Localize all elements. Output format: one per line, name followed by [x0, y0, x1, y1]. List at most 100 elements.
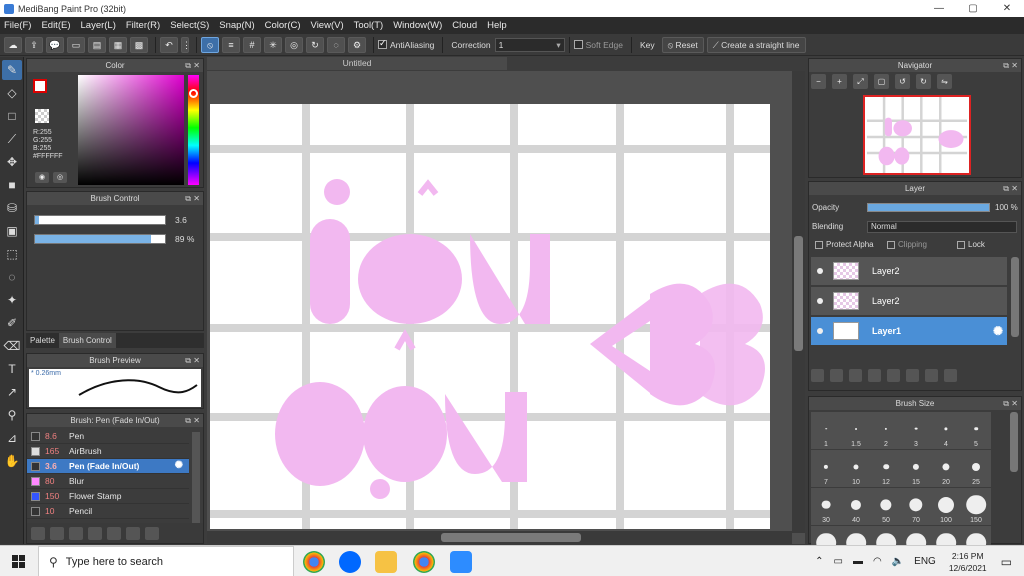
chrome-icon[interactable] [303, 551, 325, 573]
actual-size-icon[interactable]: ▢ [874, 74, 889, 89]
undock-icon[interactable]: ⧉ [185, 59, 191, 72]
radial-snap-icon[interactable]: ✳ [264, 36, 282, 53]
brush-item[interactable]: 165 AirBrush [27, 444, 189, 459]
brush-size-cell[interactable]: 100 [931, 488, 961, 525]
zoom-in-icon[interactable]: + [832, 74, 847, 89]
correction-select[interactable]: 1 [494, 37, 565, 52]
close-icon[interactable]: ✕ [1011, 397, 1018, 410]
visibility-icon[interactable] [817, 298, 823, 304]
undock-icon[interactable]: ⧉ [1003, 59, 1009, 72]
hand-tool-icon[interactable]: ✋ [2, 451, 22, 471]
layer-row[interactable]: Layer2 [811, 287, 1007, 315]
brush-size-cell[interactable]: 150 [961, 488, 991, 525]
vanish-snap-icon[interactable]: ◌ [327, 36, 345, 53]
menu-tool[interactable]: Tool(T) [354, 20, 384, 31]
zalo-icon[interactable] [339, 551, 361, 573]
new-layer-icon[interactable] [811, 369, 824, 382]
move-tool-icon[interactable]: ✥ [2, 152, 22, 172]
menu-window[interactable]: Window(W) [393, 20, 442, 31]
cross-snap-icon[interactable]: # [243, 36, 261, 53]
select-eraser-tool-icon[interactable]: ⌫ [2, 336, 22, 356]
text-tool-icon[interactable]: T [2, 359, 22, 379]
clock[interactable]: 2:16 PM 12/6/2021 [949, 550, 987, 574]
brush-size-scrollbar[interactable] [1010, 412, 1018, 472]
brush-size-cell[interactable]: 4 [931, 412, 961, 449]
new-8bit-layer-icon[interactable] [849, 369, 862, 382]
protect-alpha-checkbox[interactable] [815, 240, 823, 249]
snap-off-icon[interactable]: ⦸ [201, 36, 219, 53]
protect-alpha-option[interactable]: Protect Alpha [815, 240, 874, 249]
chevron-up-icon[interactable]: ⌃ [815, 556, 823, 567]
cloud-icon[interactable]: ☁ [4, 36, 22, 53]
close-button[interactable]: ✕ [990, 0, 1024, 17]
tab-brush-control[interactable]: Brush Control [58, 333, 116, 348]
tab-palette[interactable]: Palette [26, 333, 59, 348]
brush-item[interactable]: 150 Flower Stamp [27, 489, 189, 504]
hue-knob[interactable] [189, 89, 198, 98]
brush-size-cell[interactable]: 15 [901, 450, 931, 487]
menu-file[interactable]: File(F) [4, 20, 31, 31]
taskbar-search[interactable]: ⚲ Type here to search [38, 546, 294, 576]
layer-opacity-slider[interactable] [867, 203, 990, 212]
shape-tool-icon[interactable]: □ [2, 106, 22, 126]
document-icon[interactable]: ▤ [88, 36, 106, 53]
duplicate-layer-icon[interactable] [906, 369, 919, 382]
brush-folder-icon[interactable] [107, 526, 121, 540]
magic-wand-tool-icon[interactable]: ✦ [2, 290, 22, 310]
zoom-out-icon[interactable]: − [811, 74, 826, 89]
clipping-checkbox[interactable] [887, 240, 895, 249]
brush-size-cell[interactable]: 2 [871, 412, 901, 449]
close-icon[interactable]: ✕ [193, 59, 200, 72]
menu-snap[interactable]: Snap(N) [219, 20, 254, 31]
notification-icon[interactable]: ▭ [1001, 555, 1012, 569]
undock-icon[interactable]: ⧉ [1003, 182, 1009, 195]
layer-folder-icon[interactable] [887, 369, 900, 382]
brush-size-cell[interactable]: 5 [961, 412, 991, 449]
lock-option[interactable]: Lock [957, 240, 985, 249]
brush-size-cell[interactable]: 10 [841, 450, 871, 487]
brush-size-cell[interactable]: 1 [811, 412, 841, 449]
close-icon[interactable]: ✕ [1011, 182, 1018, 195]
close-icon[interactable]: ✕ [1011, 59, 1018, 72]
brush-opacity-slider[interactable] [34, 234, 166, 244]
line-tool-icon[interactable]: ⟋ [2, 129, 22, 149]
delete-brush-icon[interactable] [145, 526, 159, 540]
close-icon[interactable]: ✕ [193, 414, 200, 427]
grid-icon[interactable]: ▩ [130, 36, 148, 53]
meet-now-icon[interactable]: ▭ [834, 556, 843, 567]
color-wheel-icon[interactable]: ◉ [35, 172, 49, 183]
add-layer-menu-icon[interactable] [868, 369, 881, 382]
delete-layer-icon[interactable] [944, 369, 957, 382]
add-brush-icon[interactable] [31, 526, 45, 540]
brush-duplicate-icon[interactable] [126, 526, 140, 540]
brush-tool-icon[interactable]: ✎ [2, 60, 22, 80]
browser-icon[interactable] [413, 551, 435, 573]
eraser-tool-icon[interactable]: ◇ [2, 83, 22, 103]
brush-menu-icon[interactable] [69, 526, 83, 540]
undock-icon[interactable]: ⧉ [185, 192, 191, 205]
flip-icon[interactable]: ⇋ [937, 74, 952, 89]
menu-filter[interactable]: Filter(R) [126, 20, 160, 31]
maximize-button[interactable]: ▢ [956, 0, 990, 17]
volume-icon[interactable]: 🔈 [892, 556, 904, 567]
undock-icon[interactable]: ⧉ [185, 354, 191, 367]
menu-select[interactable]: Select(S) [170, 20, 209, 31]
brush-size-cell[interactable]: 50 [871, 488, 901, 525]
layer-row[interactable]: Layer2 [811, 257, 1007, 285]
undock-icon[interactable]: ⧉ [1003, 397, 1009, 410]
canvas-horizontal-scrollbar[interactable] [207, 531, 792, 544]
eyedropper-tool-icon[interactable]: ⚲ [2, 405, 22, 425]
gear-icon[interactable]: ✺ [175, 460, 183, 471]
antialiasing-checkbox[interactable] [378, 38, 387, 49]
menu-edit[interactable]: Edit(E) [41, 20, 70, 31]
canvas-area[interactable] [207, 71, 805, 544]
lasso-tool-icon[interactable]: ◌ [2, 267, 22, 287]
brush-size-cell[interactable]: 1.5 [841, 412, 871, 449]
soft-edge-checkbox[interactable] [573, 40, 583, 49]
battery-icon[interactable]: ▬ [853, 556, 863, 567]
operation-tool-icon[interactable]: ↗ [2, 382, 22, 402]
brush-size-cell[interactable]: 3 [901, 412, 931, 449]
layer-list-scrollbar[interactable] [1011, 257, 1019, 337]
menu-help[interactable]: Help [487, 20, 507, 31]
panel-icon[interactable]: ▦ [109, 36, 127, 53]
